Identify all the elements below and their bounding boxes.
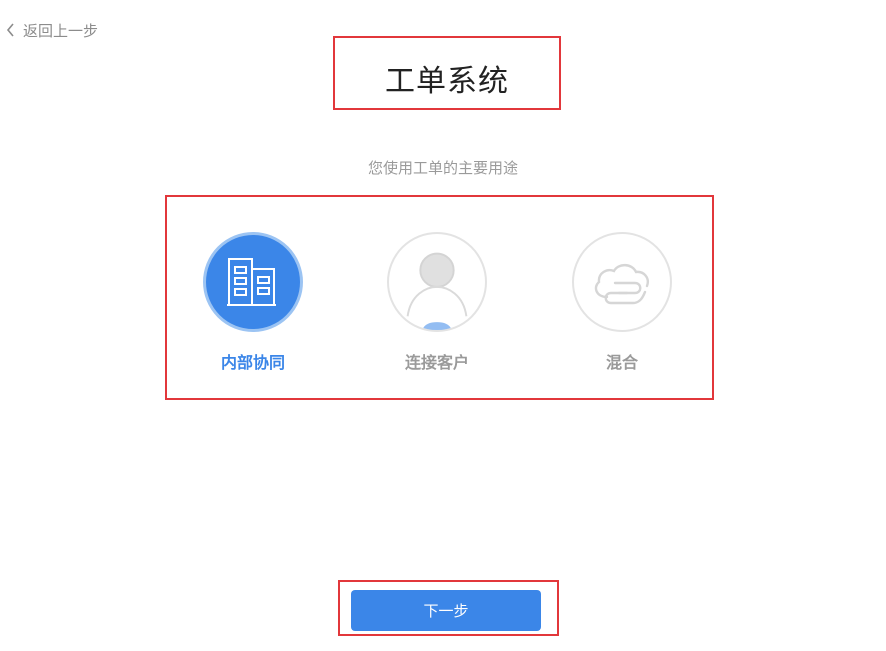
option-circle-active <box>203 232 303 332</box>
option-hybrid[interactable]: 混合 <box>570 232 674 374</box>
option-circle <box>387 232 487 332</box>
user-icon <box>406 252 468 330</box>
building-icon <box>227 258 276 306</box>
option-label: 内部协同 <box>220 353 285 372</box>
back-link[interactable]: 返回上一步 <box>6 20 98 40</box>
cloud-icon <box>594 263 649 305</box>
page-subtitle: 您使用工单的主要用途 <box>367 159 518 177</box>
back-link-label: 返回上一步 <box>23 21 99 40</box>
option-connect-customers[interactable]: 连接客户 <box>385 232 489 374</box>
option-internal-collaboration[interactable]: 内部协同 <box>201 232 305 374</box>
option-circle <box>572 232 672 332</box>
option-label: 连接客户 <box>404 353 469 372</box>
next-step-button[interactable]: 下一步 <box>351 590 541 631</box>
option-label: 混合 <box>605 353 638 372</box>
chevron-left-icon <box>6 23 14 37</box>
page-title: 工单系统 <box>385 64 509 99</box>
